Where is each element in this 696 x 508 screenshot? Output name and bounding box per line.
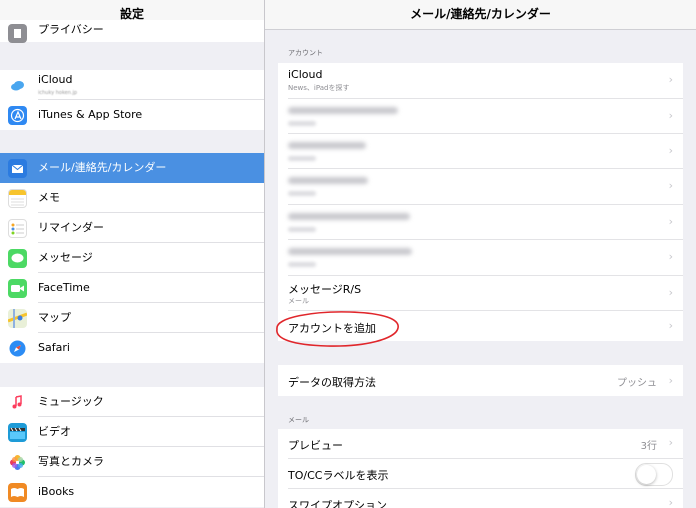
sidebar-item-photos[interactable]: 写真とカメラ — [0, 447, 264, 477]
sidebar-item-facetime[interactable]: FaceTime — [0, 273, 264, 303]
sidebar-item-label: iTunes & App Store — [38, 108, 143, 121]
facetime-icon — [8, 279, 27, 298]
detail-title: メール/連絡先/カレンダー — [410, 7, 551, 21]
ibooks-icon — [8, 483, 27, 502]
tocc-label: TO/CCラベルを表示 — [288, 469, 389, 482]
sidebar-item-itunes[interactable]: iTunes & App Store — [0, 100, 264, 130]
sidebar-item-label: 写真とカメラ — [38, 455, 104, 468]
sidebar-item-label: iCloud — [38, 73, 73, 86]
messages-icon — [8, 249, 27, 268]
chevron-right-icon: › — [668, 250, 673, 263]
sidebar-item-label: マップ — [38, 311, 71, 324]
reminders-icon — [8, 219, 27, 238]
sidebar-item-label: FaceTime — [38, 281, 90, 294]
account-row-redacted[interactable]: › — [278, 134, 683, 169]
chevron-right-icon: › — [668, 436, 673, 449]
account-subtitle: News、iPadを探す — [288, 84, 350, 92]
redacted-email — [288, 177, 368, 184]
sidebar-item-safari[interactable]: Safari — [0, 333, 264, 363]
chevron-right-icon: › — [668, 73, 673, 86]
toggle-knob — [637, 465, 656, 484]
preview-label: プレビュー — [288, 439, 343, 452]
icloud-account: ichuky hoken.jp — [38, 90, 78, 96]
clapperboard-icon — [8, 423, 27, 442]
chevron-right-icon: › — [668, 215, 673, 228]
sidebar-item-label: メッセージ — [38, 251, 93, 264]
sidebar-item-ibooks[interactable]: iBooks — [0, 477, 264, 507]
sidebar-item-maps[interactable]: マップ — [0, 303, 264, 333]
show-tocc-row: TO/CCラベルを表示 — [278, 459, 683, 489]
music-icon — [8, 393, 27, 412]
account-title: メッセージR/S — [288, 283, 362, 296]
redacted-subtitle — [288, 121, 316, 126]
annotation-circle — [276, 311, 399, 347]
account-row-redacted[interactable]: › — [278, 205, 683, 240]
mail-section-header: メール — [288, 416, 309, 424]
account-row-redacted[interactable]: › — [278, 99, 683, 134]
icloud-icon — [8, 76, 27, 95]
sidebar-item-label: メモ — [38, 191, 60, 204]
fetch-label: データの取得方法 — [288, 376, 376, 389]
tocc-toggle[interactable] — [635, 463, 673, 486]
notes-icon — [8, 189, 27, 208]
chevron-right-icon: › — [668, 144, 673, 157]
redacted-subtitle — [288, 262, 316, 267]
account-row-icloud[interactable]: iCloud News、iPadを探す › — [278, 63, 683, 99]
sidebar-item-label: Safari — [38, 341, 70, 354]
redacted-subtitle — [288, 227, 316, 232]
swipe-options-row[interactable]: スワイプオプション › — [278, 489, 683, 508]
sidebar-item-privacy[interactable]: プライバシー — [0, 20, 264, 43]
settings-sidebar: 設定 プライバシー iCloud ichuky hoken.jp iTunes … — [0, 0, 264, 508]
sidebar-item-mail[interactable]: メール/連絡先/カレンダー — [0, 153, 264, 183]
hand-icon — [8, 24, 27, 43]
sidebar-title: 設定 — [119, 7, 144, 21]
sidebar-item-label: リマインダー — [38, 221, 104, 234]
redacted-email — [288, 248, 412, 255]
chevron-right-icon: › — [668, 374, 673, 387]
chevron-right-icon: › — [668, 496, 673, 508]
fetch-value: プッシュ — [617, 378, 657, 389]
redacted-email — [288, 107, 398, 114]
sidebar-item-label: iBooks — [38, 485, 75, 498]
sidebar-item-messages[interactable]: メッセージ — [0, 243, 264, 273]
sidebar-item-label: ビデオ — [38, 425, 71, 438]
chevron-right-icon: › — [668, 286, 673, 299]
sidebar-item-label: プライバシー — [38, 23, 104, 36]
sidebar-item-label: ミュージック — [38, 395, 104, 408]
swipe-label: スワイプオプション — [288, 499, 387, 508]
detail-navbar: メール/連絡先/カレンダー — [265, 0, 696, 30]
redacted-email — [288, 213, 410, 220]
sidebar-item-icloud[interactable]: iCloud ichuky hoken.jp — [0, 70, 264, 100]
account-title: iCloud — [288, 68, 323, 81]
photos-icon — [8, 453, 27, 472]
mail-icon — [8, 159, 27, 178]
sidebar-item-notes[interactable]: メモ — [0, 183, 264, 213]
accounts-section-header: アカウント — [288, 49, 323, 57]
preview-row[interactable]: プレビュー 3行 › — [278, 429, 683, 459]
app-store-icon — [8, 106, 27, 125]
chevron-right-icon: › — [668, 179, 673, 192]
sidebar-item-reminders[interactable]: リマインダー — [0, 213, 264, 243]
chevron-right-icon: › — [668, 319, 673, 332]
fetch-new-data-row[interactable]: データの取得方法 プッシュ › — [278, 365, 683, 396]
sidebar-item-label: メール/連絡先/カレンダー — [38, 161, 167, 174]
redacted-subtitle — [288, 156, 316, 161]
preview-value: 3行 — [640, 441, 657, 452]
redacted-subtitle — [288, 191, 316, 196]
account-row-redacted[interactable]: › — [278, 240, 683, 276]
sidebar-item-music[interactable]: ミュージック — [0, 387, 264, 417]
chevron-right-icon: › — [668, 109, 673, 122]
mail-settings-pane: メール/連絡先/カレンダー アカウント iCloud News、iPadを探す … — [265, 0, 696, 508]
account-row-redacted[interactable]: › — [278, 169, 683, 205]
safari-icon — [8, 339, 27, 358]
maps-icon — [8, 309, 27, 328]
redacted-email — [288, 142, 366, 149]
sidebar-item-videos[interactable]: ビデオ — [0, 417, 264, 447]
